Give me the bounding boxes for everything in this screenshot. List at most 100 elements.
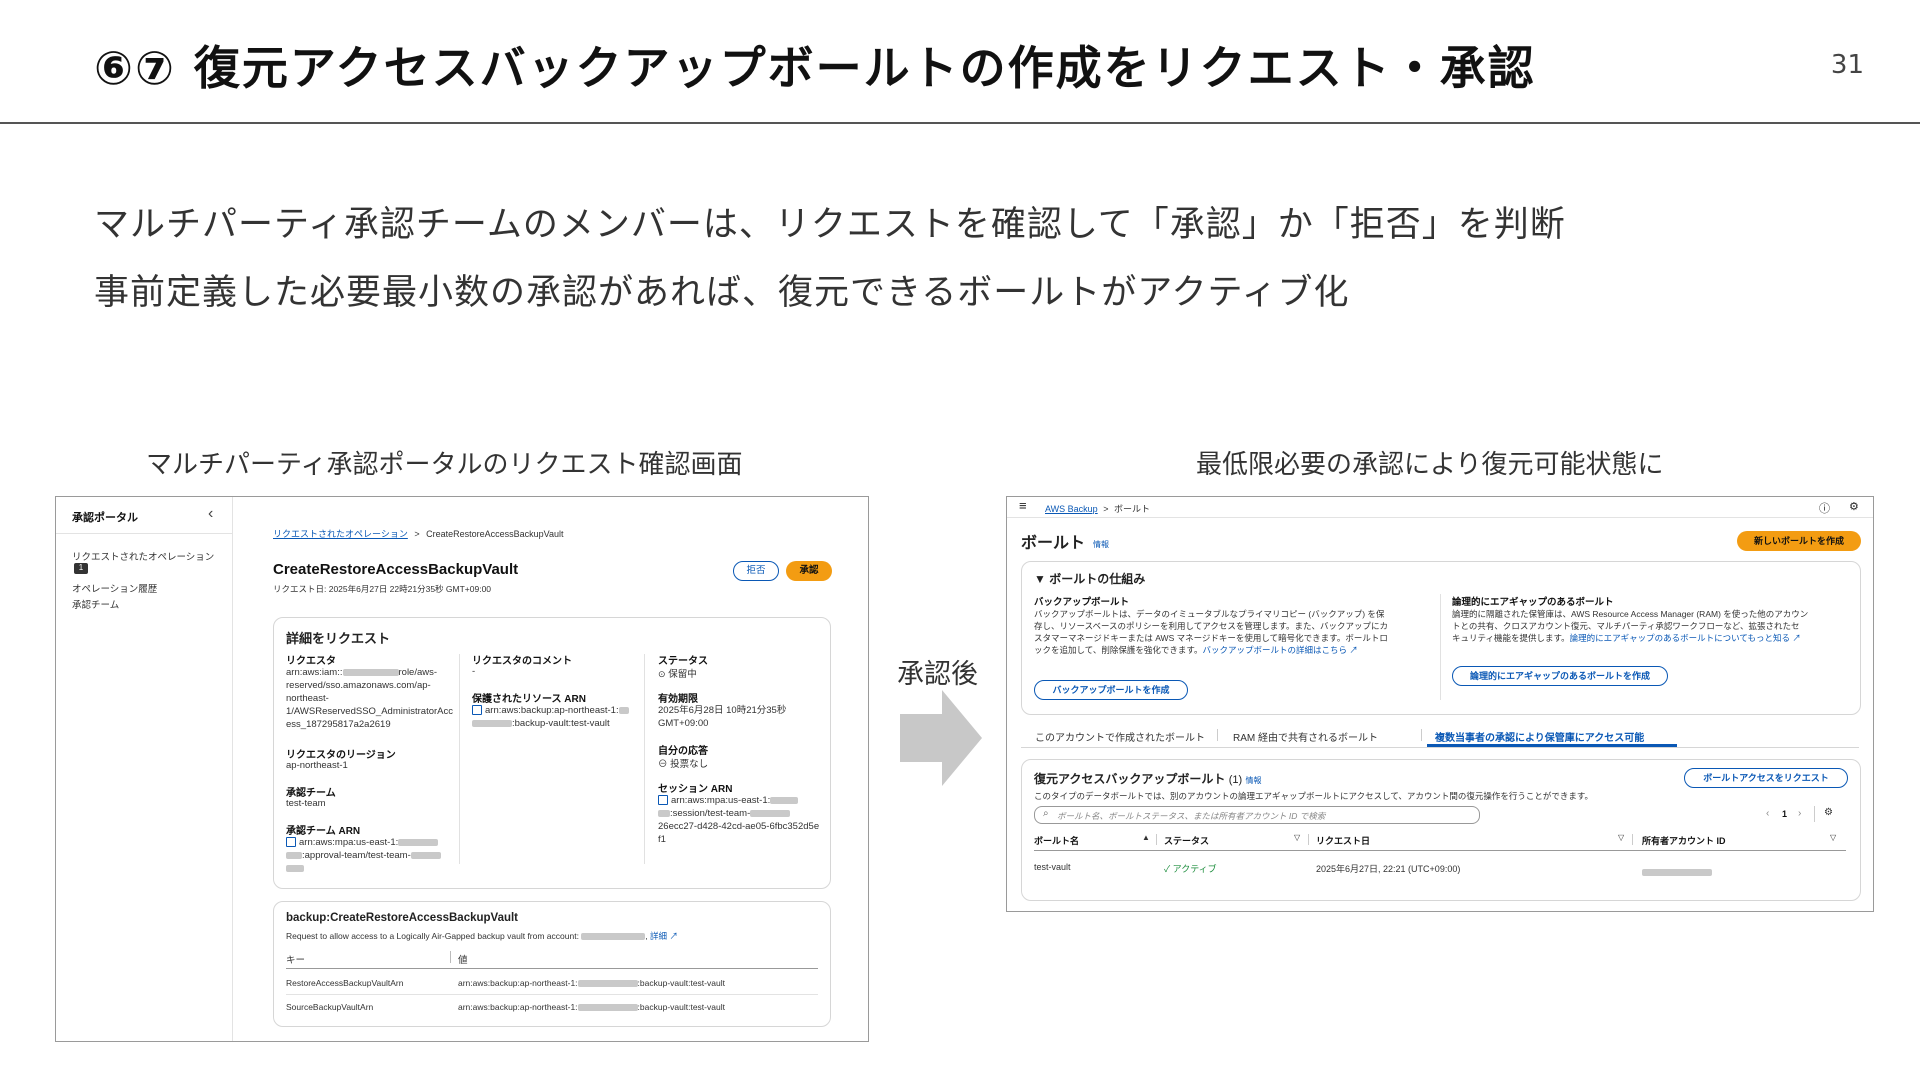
create-backup-vault-button[interactable]: バックアップボールトを作成 [1034,680,1188,700]
redacted-account-id [618,706,629,714]
tab-mpa-accessible-vaults[interactable]: 複数当事者の承認により保管庫にアクセス可能 [1435,729,1644,744]
status-active: ✓ アクティブ [1164,864,1217,874]
how-vaults-work-toggle[interactable]: ▼ ボールトの仕組み [1034,570,1145,587]
sidebar-title: 承認ポータル [72,512,138,524]
my-response-label: 自分の応答 [658,746,708,757]
active-tab-indicator [1427,744,1677,747]
requester-arn: arn:aws:iam:: role/aws- reserved/sso.amaz… [286,667,454,730]
no-vote-icon: ⊖ [658,759,668,770]
col-request-date[interactable]: リクエスト日 [1316,834,1370,847]
table-settings-icon[interactable]: ⚙ [1824,807,1833,818]
redacted-account-id [577,980,638,988]
external-link-icon: ↗ [669,931,678,941]
create-vault-button[interactable]: 新しいボールトを作成 [1737,531,1861,551]
status-label: ステータス [658,656,708,667]
col-owner-account-id[interactable]: 所有者アカウント ID [1642,834,1726,847]
col-vault-name[interactable]: ボールト名 [1034,834,1079,847]
external-link-icon: ↗ [1349,645,1358,655]
right-arrow-icon [900,690,982,786]
sort-icon[interactable]: ▽ [1294,833,1300,842]
reject-button[interactable]: 拒否 [733,561,779,581]
my-response-value: ⊖ 投票なし [658,759,709,770]
check-circle-icon: ✓ [1164,864,1171,874]
airgap-learn-more-link[interactable]: 論理的にエアギャップのあるボールトについてもっと知る [1570,633,1790,643]
restore-access-title: 復元アクセスバックアップボールト (1) 情報 [1034,772,1262,786]
sort-icon[interactable]: ▽ [1830,833,1836,842]
copy-icon[interactable] [472,705,482,716]
restore-access-info-link[interactable]: 情報 [1246,776,1262,785]
restore-access-vaults-panel: 復元アクセスバックアップボールト (1) 情報 ボールトアクセスをリクエスト こ… [1021,759,1861,901]
external-link-icon: ↗ [1792,633,1801,643]
detail-link[interactable]: 詳細 [650,931,667,941]
request-date-cell: 2025年6月27日, 22:21 (UTC+09:00) [1316,864,1461,874]
redacted-suffix [750,809,791,817]
pending-icon: ⊙ [658,669,666,679]
approval-team-arn-label: 承認チーム ARN [286,826,361,837]
pager-divider [1814,806,1815,822]
requester-label: リクエスタ [286,656,336,667]
table-header-rule [1034,850,1846,851]
next-page-icon[interactable]: › [1798,808,1801,819]
create-airgap-vault-button[interactable]: 論理的にエアギャップのあるボールトを作成 [1452,666,1668,686]
pending-count-badge: 1 [74,563,88,574]
sort-icon[interactable]: ▽ [1618,833,1624,842]
sidebar-item-requested-operations[interactable]: リクエストされたオペレーション [72,549,214,563]
vaults-info-link[interactable]: 情報 [1093,539,1109,550]
operation-title: backup:CreateRestoreAccessBackupVault [286,912,519,924]
requester-region-label: リクエスタのリージョン [286,750,396,761]
menu-icon[interactable]: ≡ [1019,498,1027,513]
redacted-account-id [398,838,439,846]
col-divider [1156,834,1157,845]
breadcrumb-parent[interactable]: リクエストされたオペレーション [273,529,408,539]
body-line-1: マルチパーティ承認チームのメンバーは、リクエストを確認して「承認」か「拒否」を判… [94,205,1566,245]
col-status[interactable]: ステータス [1164,834,1209,847]
requester-region-value: ap-northeast-1 [286,760,348,771]
redacted-account-id [658,809,670,817]
backup-vault-description: バックアップボールトは、データのイミュータブルなプライマリコピー (バックアップ… [1034,609,1389,655]
copy-icon[interactable] [286,837,296,848]
sort-asc-icon[interactable]: ▲ [1142,833,1150,842]
comment-label: リクエスタのコメント [472,656,572,667]
airgap-vault-heading: 論理的にエアギャップのあるボールト [1452,597,1614,608]
backup-vault-learn-more-link[interactable]: バックアップボールトの詳細はこちら [1202,645,1347,655]
breadcrumb-aws-backup[interactable]: AWS Backup [1045,504,1098,514]
vault-name-link[interactable]: test-vault [1034,862,1071,872]
approval-team-arn: arn:aws:mpa:us-east-1: :approval-team/te… [286,836,441,875]
sidebar-item-operation-history[interactable]: オペレーション履歴 [72,581,157,595]
tab-ram-shared-vaults[interactable]: RAM 経由で共有されるボールト [1233,729,1378,744]
column-divider [459,654,460,864]
owner-account-id-cell [1642,864,1712,882]
approve-button[interactable]: 承認 [786,561,832,581]
settings-icon[interactable]: ⚙ [1849,500,1859,513]
col-divider [1632,834,1633,845]
redacted-account-id [581,933,646,941]
tab-divider [1217,729,1218,741]
header-divider [450,951,451,963]
redacted-suffix [410,851,441,859]
aws-backup-vaults-screenshot: ≡ AWS Backup > ボールト ⓘ ⚙ ボールト 情報 新しいボールトを… [1006,496,1874,912]
vault-search-input[interactable]: ⌕ ボールト名、ボールトステータス、または所有者アカウント ID で検索 [1034,806,1480,824]
portal-sidebar: 承認ポータル ‹ リクエストされたオペレーション 1 オペレーション履歴 承認チ… [56,497,233,1041]
redacted-account-id [342,668,399,676]
prev-page-icon[interactable]: ‹ [1766,808,1769,819]
page-number-indicator[interactable]: 1 [1782,809,1787,819]
redacted-account-id [770,796,799,804]
table-row-key: RestoreAccessBackupVaultArn [286,978,404,988]
sidebar-item-approval-teams[interactable]: 承認チーム [72,597,119,611]
details-title: 詳細をリクエスト [286,631,391,646]
redacted-suffix [286,864,304,872]
title-divider [0,122,1920,124]
collapse-icon[interactable]: ‹ [208,505,213,523]
col-key-header: キー [286,955,306,966]
request-date: リクエスト日: 2025年6月27日 22時21分35秒 GMT+09:00 [273,584,492,594]
tab-own-account-vaults[interactable]: このアカウントで作成されたボールト [1035,729,1205,744]
how-vaults-work-panel: ▼ ボールトの仕組み バックアップボールト バックアップボールトは、データのイミ… [1021,561,1861,715]
operation-panel: backup:CreateRestoreAccessBackupVault Re… [273,901,831,1027]
table-row-value: arn:aws:backup:ap-northeast-1::backup-va… [458,1002,725,1012]
body-line-2: 事前定義した必要最小数の承認があれば、復元できるボールトがアクティブ化 [94,273,1350,313]
request-vault-access-button[interactable]: ボールトアクセスをリクエスト [1684,768,1848,788]
info-icon[interactable]: ⓘ [1819,500,1830,516]
breadcrumb-vaults: ボールト [1113,504,1150,514]
copy-icon[interactable] [658,795,668,806]
table-row-key: SourceBackupVaultArn [286,1002,374,1012]
